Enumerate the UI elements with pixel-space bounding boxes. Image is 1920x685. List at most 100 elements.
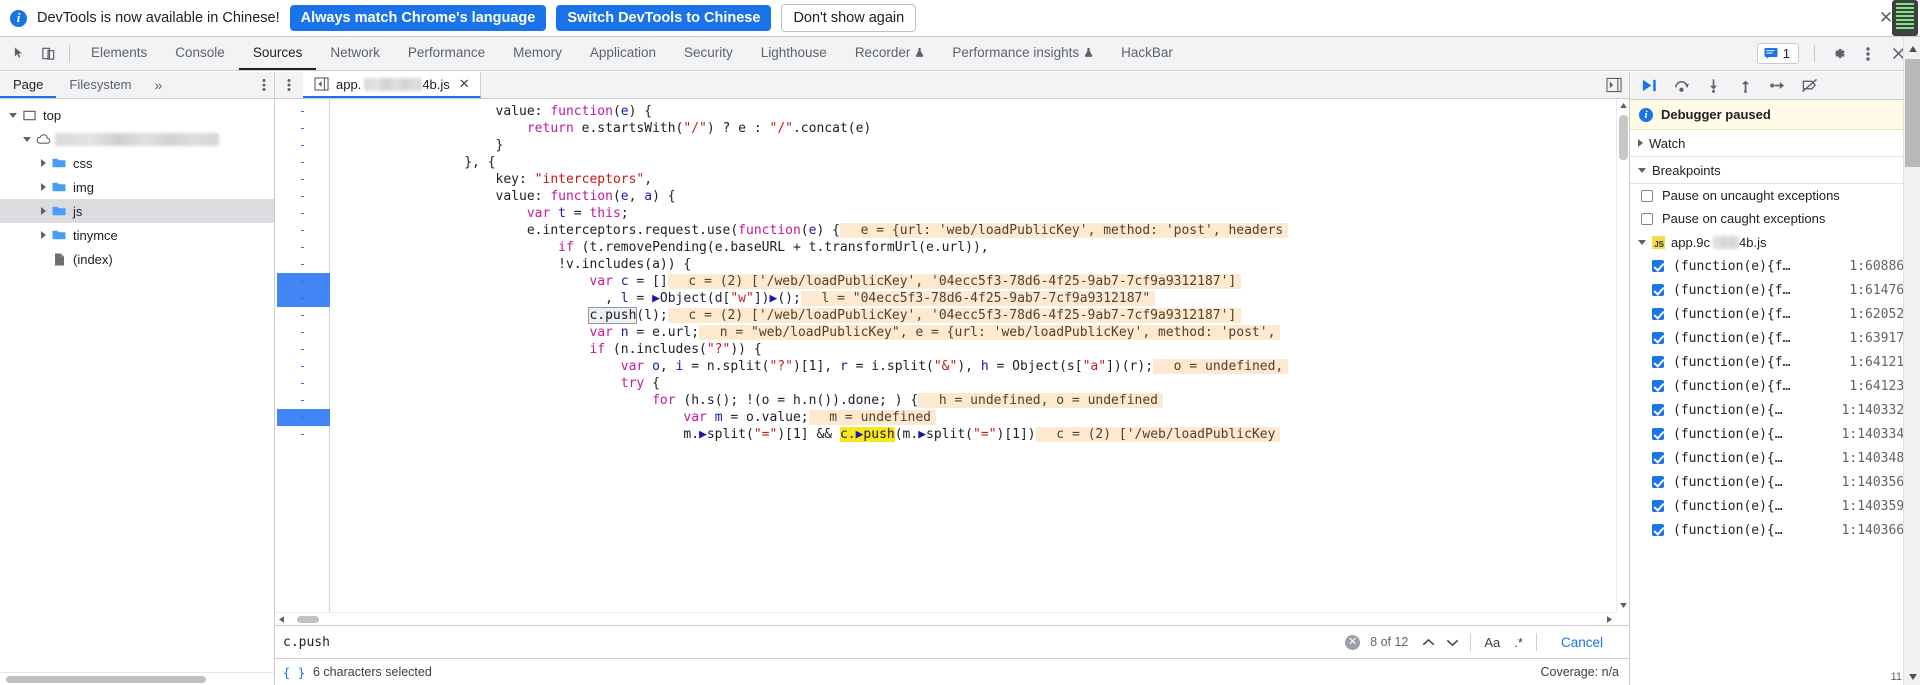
editor-tab-app-js[interactable]: app. 4b.js ✕ bbox=[303, 72, 481, 98]
match-case-button[interactable]: Aa bbox=[1477, 635, 1507, 650]
breakpoint-row[interactable]: (function(e){… 1:1403667 bbox=[1630, 518, 1920, 542]
code-line[interactable]: - key: "interceptors", bbox=[275, 171, 1616, 188]
code-line[interactable]: - !v.includes(a)) { bbox=[275, 256, 1616, 273]
code-line[interactable]: - c.push(l); c = (2) ['/web/loadPublicKe… bbox=[275, 307, 1616, 324]
scrollbar-thumb[interactable] bbox=[6, 676, 206, 683]
tab-security[interactable]: Security bbox=[670, 37, 747, 70]
navigator-tab-page[interactable]: Page bbox=[0, 72, 57, 98]
scrollbar-thumb[interactable] bbox=[297, 616, 319, 623]
search-input[interactable] bbox=[283, 634, 1346, 650]
tab-elements[interactable]: Elements bbox=[77, 37, 161, 70]
code-line[interactable]: - if (t.removePending(e.baseURL + t.tran… bbox=[275, 239, 1616, 256]
breakpoint-row[interactable]: (function(e){… 1:1403593 bbox=[1630, 494, 1920, 518]
cancel-search-button[interactable]: Cancel bbox=[1543, 635, 1621, 650]
dont-show-again-button[interactable]: Don't show again bbox=[781, 4, 917, 32]
tree-item-top[interactable]: top bbox=[0, 103, 274, 127]
breakpoint-row[interactable]: (function(e){f… 1:608867 bbox=[1630, 254, 1920, 278]
find-input-wrapper[interactable] bbox=[275, 626, 1346, 658]
code-line[interactable]: - for (h.s(); !(o = h.n()).done; ) { h =… bbox=[275, 392, 1616, 409]
editor-horizontal-scrollbar[interactable] bbox=[275, 612, 1616, 625]
scroll-right-icon[interactable] bbox=[1603, 613, 1616, 625]
breakpoint-checkbox[interactable] bbox=[1652, 428, 1664, 440]
tab-lighthouse[interactable]: Lighthouse bbox=[747, 37, 841, 70]
navigator-more-tabs-icon[interactable]: » bbox=[145, 77, 173, 93]
breakpoint-file-group[interactable]: JS app.9c 4b.js bbox=[1630, 230, 1920, 254]
expand-triangle-icon[interactable] bbox=[36, 159, 50, 167]
navigator-options-icon[interactable] bbox=[262, 78, 266, 92]
code-line[interactable]: - var t = this; bbox=[275, 205, 1616, 222]
next-match-icon[interactable] bbox=[1440, 631, 1464, 653]
code-line[interactable]: - var m = o.value; m = undefined bbox=[275, 409, 1616, 426]
breakpoint-checkbox[interactable] bbox=[1652, 260, 1664, 272]
previous-match-icon[interactable] bbox=[1416, 631, 1440, 653]
tab-performance-insights[interactable]: Performance insights bbox=[938, 37, 1107, 70]
code-line[interactable]: - , l = ▶Object(d["w"])▶(); l = "04ecc5f… bbox=[275, 290, 1616, 307]
code-line[interactable]: - m.▶split("=")[1] && c.▶push(m.▶split("… bbox=[275, 426, 1616, 443]
breakpoint-checkbox[interactable] bbox=[1652, 500, 1664, 512]
editor-vertical-scrollbar[interactable] bbox=[1616, 99, 1629, 612]
expand-triangle-icon[interactable] bbox=[6, 112, 20, 118]
breakpoint-row[interactable]: (function(e){… 1:1403322 bbox=[1630, 398, 1920, 422]
deactivate-breakpoints-icon[interactable] bbox=[1794, 74, 1824, 98]
gear-icon[interactable] bbox=[1824, 41, 1852, 67]
code-line[interactable]: - } bbox=[275, 137, 1616, 154]
navigator-tab-filesystem[interactable]: Filesystem bbox=[56, 72, 144, 98]
code-line[interactable]: - value: function(e) { bbox=[275, 103, 1616, 120]
code-line[interactable]: - var n = e.url; n = "web/loadPublicKey"… bbox=[275, 324, 1616, 341]
tab-recorder[interactable]: Recorder bbox=[841, 37, 939, 70]
tree-item-origin[interactable] bbox=[0, 127, 274, 151]
inspect-element-icon[interactable] bbox=[6, 41, 34, 67]
breakpoint-row[interactable]: (function(e){… 1:1403488 bbox=[1630, 446, 1920, 470]
scroll-down-icon[interactable] bbox=[1904, 668, 1920, 685]
tree-item-js[interactable]: js bbox=[0, 199, 274, 223]
breakpoint-checkbox[interactable] bbox=[1652, 284, 1664, 296]
breakpoint-checkbox[interactable] bbox=[1652, 452, 1664, 464]
expand-triangle-icon[interactable] bbox=[20, 136, 34, 142]
code-line[interactable]: - }, { bbox=[275, 154, 1616, 171]
breakpoint-row[interactable]: (function(e){… 1:1403564 bbox=[1630, 470, 1920, 494]
pretty-print-icon[interactable]: { } bbox=[283, 662, 306, 682]
tab-sources[interactable]: Sources bbox=[238, 37, 317, 70]
regex-button[interactable]: .* bbox=[1507, 635, 1530, 650]
checkbox[interactable] bbox=[1641, 189, 1653, 202]
tree-item-tinymce[interactable]: tinymce bbox=[0, 223, 274, 247]
breakpoint-checkbox[interactable] bbox=[1652, 524, 1664, 536]
expand-triangle-icon[interactable] bbox=[36, 183, 50, 191]
close-tab-icon[interactable]: ✕ bbox=[459, 76, 470, 92]
code-editor[interactable]: - value: function(e) {- return e.startsW… bbox=[275, 99, 1629, 625]
breakpoint-row[interactable]: (function(e){f… 1:641231 bbox=[1630, 374, 1920, 398]
breakpoint-checkbox[interactable] bbox=[1652, 476, 1664, 488]
step-out-of-current-function-icon[interactable] bbox=[1730, 74, 1760, 98]
code-line[interactable]: - value: function(e, a) { bbox=[275, 188, 1616, 205]
switch-devtools-to-chinese-button[interactable]: Switch DevTools to Chinese bbox=[556, 5, 772, 31]
scrollbar-thumb[interactable] bbox=[1905, 59, 1920, 167]
code-line[interactable]: - var o, i = n.split("?")[1], r = i.spli… bbox=[275, 358, 1616, 375]
more-vertical-icon[interactable] bbox=[1854, 41, 1882, 67]
scroll-down-icon[interactable] bbox=[1617, 599, 1629, 612]
checkbox[interactable] bbox=[1641, 212, 1653, 225]
code-line[interactable]: - try { bbox=[275, 375, 1616, 392]
scroll-up-icon[interactable] bbox=[1904, 40, 1920, 57]
resume-script-execution-icon[interactable] bbox=[1634, 74, 1664, 98]
tab-performance[interactable]: Performance bbox=[394, 37, 499, 70]
tab-console[interactable]: Console bbox=[161, 37, 239, 70]
scroll-left-icon[interactable] bbox=[275, 613, 288, 625]
step-icon[interactable] bbox=[1762, 74, 1792, 98]
breakpoint-checkbox[interactable] bbox=[1652, 332, 1664, 344]
page-scrollbar[interactable] bbox=[1903, 37, 1920, 685]
tab-application[interactable]: Application bbox=[576, 37, 670, 70]
expand-triangle-icon[interactable] bbox=[36, 231, 50, 239]
show-debugger-sidebar-icon[interactable] bbox=[1606, 77, 1622, 93]
breakpoint-row[interactable]: (function(e){f… 1:614766 bbox=[1630, 278, 1920, 302]
expand-triangle-icon[interactable] bbox=[36, 207, 50, 215]
breakpoint-checkbox[interactable] bbox=[1652, 380, 1664, 392]
code-line[interactable]: - return e.startsWith("/") ? e : "/".con… bbox=[275, 120, 1616, 137]
breakpoint-checkbox[interactable] bbox=[1652, 308, 1664, 320]
clear-search-icon[interactable]: ✕ bbox=[1345, 634, 1361, 650]
tab-network[interactable]: Network bbox=[316, 37, 394, 70]
tab-memory[interactable]: Memory bbox=[499, 37, 576, 70]
breakpoint-checkbox[interactable] bbox=[1652, 404, 1664, 416]
navigator-horizontal-scrollbar[interactable] bbox=[0, 672, 274, 685]
step-over-next-function-call-icon[interactable] bbox=[1666, 74, 1696, 98]
step-into-next-function-call-icon[interactable] bbox=[1698, 74, 1728, 98]
